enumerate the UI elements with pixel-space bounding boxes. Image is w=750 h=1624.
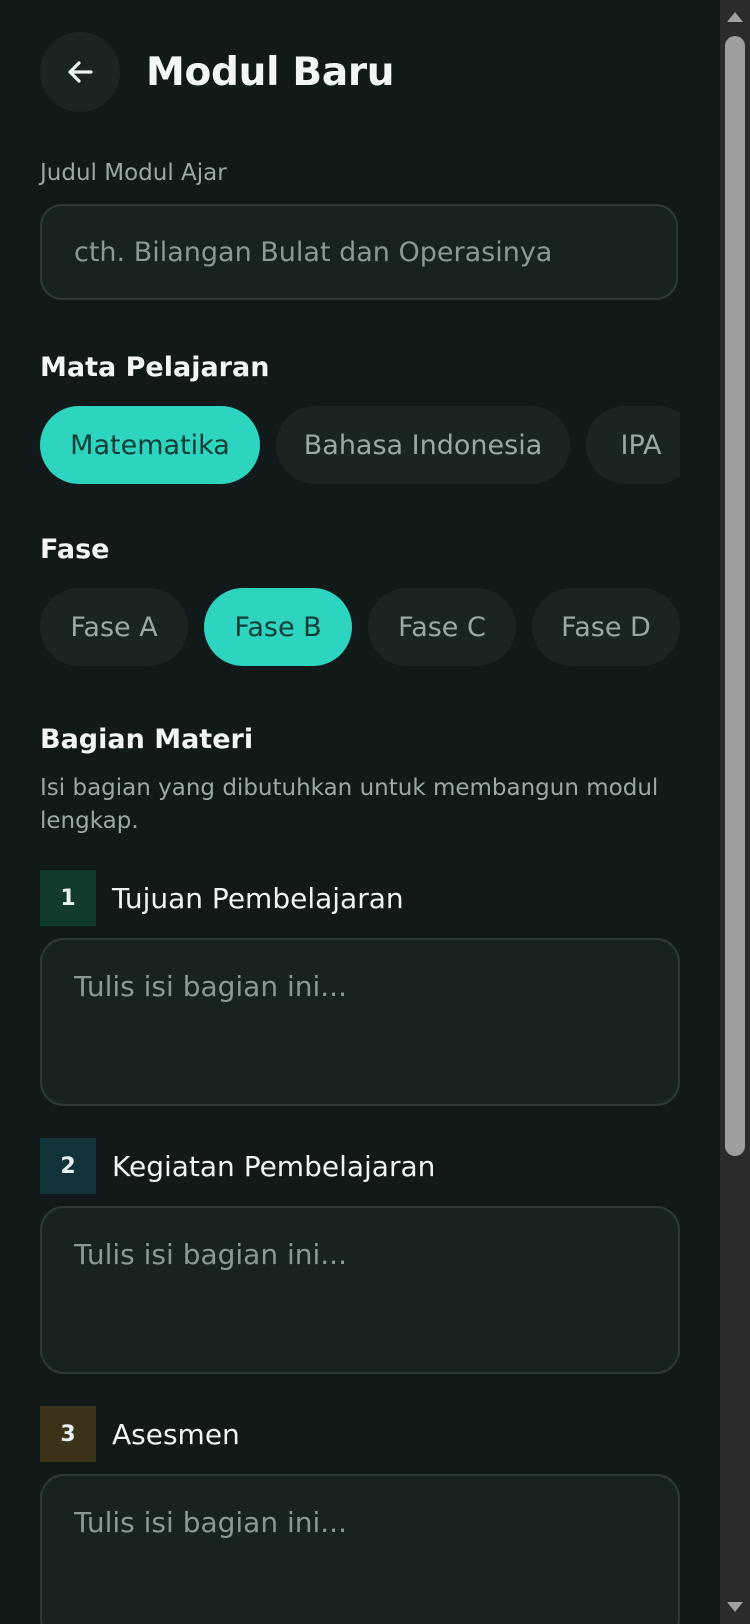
chip-matematika[interactable]: Matematika: [40, 406, 260, 484]
scrollbar-thumb[interactable]: [725, 36, 745, 1156]
chip-ipa[interactable]: IPA: [586, 406, 680, 484]
section-title: Tujuan Pembelajaran: [112, 881, 404, 915]
section-content-input-1[interactable]: [40, 938, 680, 1106]
section-content-input-3[interactable]: [40, 1474, 680, 1624]
section-header-3: 3 Asesmen: [40, 1406, 240, 1462]
vertical-scrollbar[interactable]: [720, 0, 750, 1624]
scroll-down-arrow-icon[interactable]: [727, 1602, 743, 1612]
section-header-1: 1 Tujuan Pembelajaran: [40, 870, 404, 926]
section-title: Kegiatan Pembelajaran: [112, 1149, 436, 1183]
section-header-2: 2 Kegiatan Pembelajaran: [40, 1138, 435, 1194]
section-number-badge: 2: [40, 1138, 96, 1194]
section-number-badge: 3: [40, 1406, 96, 1462]
module-title-input[interactable]: [40, 204, 678, 300]
chip-fase-d[interactable]: Fase D: [532, 588, 680, 666]
phase-heading: Fase: [40, 534, 110, 565]
subject-chip-row: Matematika Bahasa Indonesia IPA: [40, 406, 680, 484]
back-button[interactable]: [40, 32, 120, 112]
header: Modul Baru: [40, 32, 395, 112]
phase-chip-row: Fase A Fase B Fase C Fase D: [40, 588, 680, 666]
chip-fase-a[interactable]: Fase A: [40, 588, 188, 666]
section-content-input-2[interactable]: [40, 1206, 680, 1374]
scroll-up-arrow-icon[interactable]: [727, 12, 743, 22]
page-title: Modul Baru: [146, 49, 395, 95]
arrow-left-icon: [68, 61, 93, 83]
subject-heading: Mata Pelajaran: [40, 352, 270, 383]
section-number-badge: 1: [40, 870, 96, 926]
new-module-page: Modul Baru Judul Modul Ajar Mata Pelajar…: [0, 0, 720, 1624]
chip-fase-c[interactable]: Fase C: [368, 588, 516, 666]
materials-description: Isi bagian yang dibutuhkan untuk membang…: [40, 775, 659, 834]
materials-heading: Bagian Materi: [40, 724, 254, 755]
chip-bahasa-indonesia[interactable]: Bahasa Indonesia: [276, 406, 570, 484]
chip-fase-b[interactable]: Fase B: [204, 588, 352, 666]
section-title: Asesmen: [112, 1417, 240, 1451]
module-title-label: Judul Modul Ajar: [40, 160, 227, 186]
